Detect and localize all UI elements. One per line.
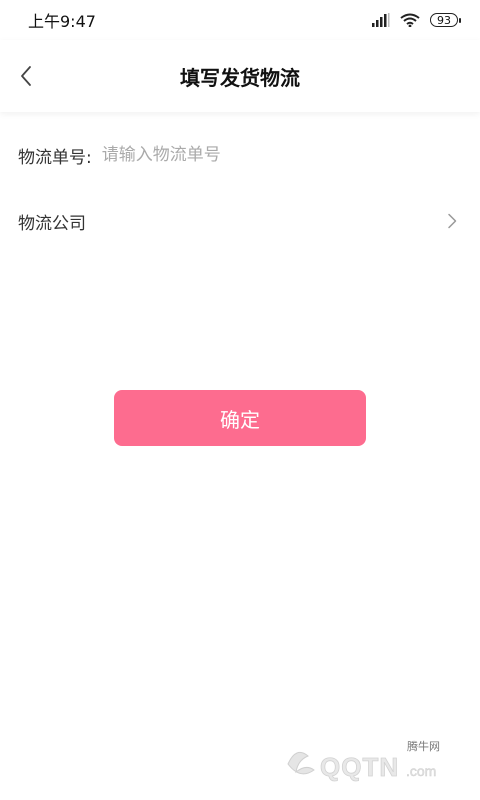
chevron-right-icon xyxy=(448,213,457,229)
nav-bar: 填写发货物流 xyxy=(0,40,480,112)
page-title: 填写发货物流 xyxy=(180,65,300,90)
confirm-button[interactable]: 确定 xyxy=(114,390,366,446)
status-bar: 上午9:47 93 xyxy=(0,0,480,40)
logistics-company-label: 物流公司 xyxy=(18,213,86,234)
logistics-company-row[interactable]: 物流公司 xyxy=(0,188,480,254)
watermark-site-label: 腾牛网 xyxy=(407,740,440,753)
chevron-left-icon xyxy=(21,66,31,86)
tracking-number-label: 物流单号: xyxy=(18,147,92,168)
watermark-logo: 腾牛网 QQTN .com xyxy=(276,734,466,790)
battery-icon: 93 xyxy=(430,13,461,27)
status-time: 上午9:47 xyxy=(28,12,96,31)
wifi-icon xyxy=(400,13,420,27)
tracking-number-row: 物流单号: xyxy=(0,122,480,188)
svg-text:QQTN: QQTN xyxy=(320,752,399,782)
tracking-number-input[interactable] xyxy=(101,145,402,165)
svg-text:.com: .com xyxy=(406,763,436,779)
status-icons: 93 xyxy=(372,13,461,27)
signal-icon xyxy=(372,13,390,27)
back-button[interactable] xyxy=(12,62,40,90)
